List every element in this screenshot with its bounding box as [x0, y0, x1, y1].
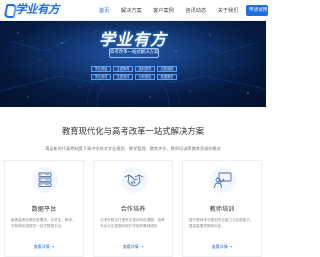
main-nav: 首页 解决方案 客户案例 咨讯动态 关于我们: [99, 0, 250, 21]
trial-button[interactable]: 申请试用: [246, 5, 268, 16]
card-title: 数据平台: [31, 206, 57, 213]
nav-item-solutions[interactable]: 解决方案: [121, 7, 142, 14]
card-title: 教师培训: [209, 206, 235, 213]
server-icon: [32, 167, 58, 193]
hero-tag: 分析报告: [135, 74, 155, 80]
hero-title: 学业有方: [98, 30, 167, 49]
section-description: 满足新时代高考制度下高中学校对学业规划、教学管理、教育评价、教师培训等教育资源的…: [45, 146, 221, 151]
logo-mark-icon: [4, 2, 14, 16]
card-text: 与学校联合打造学业规划特色课程，培养专业化生涯规划和升学指导教师团队: [100, 218, 165, 228]
card-text: 提升教师学业规划专业能力与实践能力，建设高素质教师队伍: [189, 218, 254, 228]
card-data-platform[interactable]: 数据平台 聚焦高考改革的新需求，为学生，教师，学校和区域提供一站式数据平台 查看…: [4, 160, 84, 257]
hero-banner: 学业有方 高考改革一站式解决方案 学业规划 生涯教育 选科指导 志愿填报 学业测…: [0, 21, 266, 107]
card-details-link[interactable]: 查看详情 →: [183, 244, 261, 250]
hero-tag: 生涯测评: [113, 74, 133, 80]
card-text: 聚焦高考改革的新需求，为学生，教师，学校和区域提供一站式数据平台: [11, 218, 76, 228]
logo[interactable]: 学业有方: [4, 1, 60, 17]
card-details-link[interactable]: 查看详情 →: [5, 244, 83, 250]
card-details-link[interactable]: 查看详情 →: [94, 244, 172, 250]
card-cooperative-training[interactable]: 合作培养 与学校联合打造学业规划特色课程，培养专业化生涯规划和升学指导教师团队 …: [93, 160, 173, 257]
hero-tag: 学业规划: [91, 66, 111, 72]
handshake-icon: [121, 167, 147, 193]
hero-tag: 学业测评: [91, 74, 111, 80]
hero-tag: 选科指导: [135, 66, 155, 72]
logo-text: 学业有方: [15, 2, 60, 16]
card-title: 合作培养: [120, 206, 146, 213]
hero-tag: 数据服务: [157, 74, 177, 80]
nav-item-news[interactable]: 咨讯动态: [185, 7, 206, 14]
nav-item-cases[interactable]: 客户案例: [153, 7, 174, 14]
card-teacher-training[interactable]: 教师培训 提升教师学业规划专业能力与实践能力，建设高素质教师队伍 查看详情 →: [182, 160, 262, 257]
site-header: 学业有方 首页 解决方案 客户案例 咨讯动态 关于我们 申请试用: [0, 0, 268, 21]
hero-tag: 志愿填报: [157, 66, 177, 72]
nav-item-about[interactable]: 关于我们: [218, 7, 239, 14]
hero-tag: 生涯教育: [113, 66, 133, 72]
hero-subtitle: 高考改革一站式解决方案: [109, 48, 159, 58]
nav-item-home[interactable]: 首页: [99, 7, 109, 14]
hero-tags: 学业规划 生涯教育 选科指导 志愿填报 学业测评 生涯测评 分析报告 数据服务: [91, 66, 177, 80]
section-title: 教育现代化与高考改革一站式解决方案: [61, 126, 205, 136]
teacher-training-icon: [210, 167, 236, 193]
